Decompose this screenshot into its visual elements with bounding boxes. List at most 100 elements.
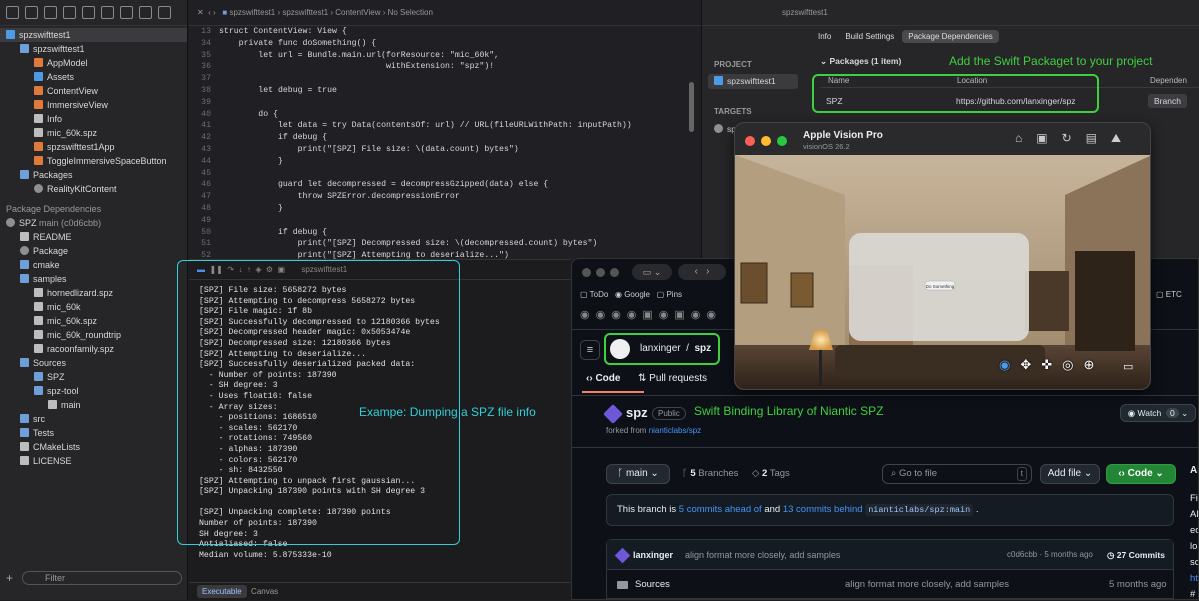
commit-author[interactable]: lanxinger [633, 540, 673, 570]
code-area[interactable]: 13 struct ContentView: View {34 private f… [189, 26, 701, 286]
project-item[interactable]: spzswifttest1 [708, 74, 798, 89]
report-icon[interactable] [158, 6, 171, 19]
sidebar-icon[interactable]: ▭ ⌄ [632, 264, 672, 280]
bookmark[interactable]: ▢ Pins [657, 290, 682, 299]
tree-item[interactable]: hornedlizard.spz [0, 286, 187, 300]
tab-code[interactable]: ‹› Code [586, 373, 620, 384]
device-icon[interactable]: ▤ [1086, 131, 1111, 145]
code-button[interactable]: ‹› Code ⌄ [1106, 464, 1176, 484]
warning-icon[interactable] [82, 6, 95, 19]
tree-item[interactable]: cmake [0, 258, 187, 272]
about-link[interactable]: ht [1190, 571, 1198, 587]
bookmark[interactable]: ▢ ToDo [580, 290, 608, 299]
tree-item[interactable]: spzswifttest1App [0, 140, 187, 154]
tree-item[interactable]: README [0, 230, 187, 244]
tree-item[interactable]: Tests [0, 426, 187, 440]
tags-link[interactable]: ◇ 2 Tags [752, 468, 790, 479]
tree-item[interactable]: Package [0, 244, 187, 258]
file-name[interactable]: Sources [635, 571, 670, 599]
tree-item-project[interactable]: spzswifttest1 [0, 28, 187, 42]
breadcrumb[interactable]: No Selection [388, 8, 433, 17]
tree-item[interactable]: racoonfamily.spz [0, 342, 187, 356]
minimize-dot[interactable] [761, 136, 771, 146]
add-file-button[interactable]: Add file ⌄ [1040, 464, 1100, 484]
file-commit-message[interactable]: align format more closely, add samples [845, 571, 1009, 599]
editor-scrollbar[interactable] [689, 82, 694, 132]
move-icon[interactable]: ✥ [1020, 357, 1041, 372]
tab-executable[interactable]: Executable [197, 585, 247, 598]
tree-item[interactable]: ContentView [0, 84, 187, 98]
tree-item[interactable]: AppModel [0, 56, 187, 70]
tab-package-dependencies[interactable]: Package Dependencies [902, 30, 999, 43]
tree-item[interactable]: Info [0, 112, 187, 126]
tree-item[interactable]: src [0, 412, 187, 426]
tree-item[interactable]: CMakeLists [0, 440, 187, 454]
pan-icon[interactable]: ✜ [1041, 357, 1062, 372]
tab-info[interactable]: Info [812, 30, 837, 43]
tree-item[interactable]: spz-tool [0, 384, 187, 398]
file-row[interactable]: Sources align format more closely, add s… [607, 571, 1173, 599]
tree-item[interactable]: mic_60k.spz [0, 314, 187, 328]
test-icon[interactable] [101, 6, 114, 19]
orbit-icon[interactable]: ◎ [1062, 357, 1083, 372]
screenshot-icon[interactable]: ▣ [1036, 131, 1061, 145]
tree-item-spz[interactable]: SPZ main (c0d6cbb) [0, 216, 187, 230]
zoom-icon[interactable]: ⊕ [1084, 357, 1105, 372]
tree-item[interactable]: SPZ [0, 370, 187, 384]
branch-select[interactable]: ᚴ main ⌄ [606, 464, 670, 484]
repo-title[interactable]: spz [626, 405, 648, 420]
minimize-dot[interactable] [596, 268, 605, 277]
tree-item[interactable]: main [0, 398, 187, 412]
environment-icon[interactable]: ⛰ [1111, 131, 1135, 145]
behind-link[interactable]: 13 commits behind [783, 504, 863, 515]
close-dot[interactable] [582, 268, 591, 277]
home-icon[interactable]: ⌂ [1015, 131, 1036, 145]
bookmark[interactable]: ▢ ETC [1156, 290, 1182, 299]
tree-item[interactable]: Assets [0, 70, 187, 84]
close-dot[interactable] [745, 136, 755, 146]
breadcrumb[interactable]: spzswifttest1 [282, 8, 328, 17]
tree-item[interactable]: spzswifttest1 [0, 42, 187, 56]
breadcrumb[interactable]: spzswifttest1 [229, 8, 275, 17]
tab-pull-requests[interactable]: ⇅ Pull requests [638, 373, 707, 384]
breakpoint-icon[interactable] [139, 6, 152, 19]
forked-link[interactable]: nianticlabs/spz [649, 426, 701, 435]
tab-build-settings[interactable]: Build Settings [839, 30, 900, 43]
watch-button[interactable]: ◉ Watch 0 ⌄ [1120, 404, 1196, 422]
nav-arrows[interactable]: ‹ › [678, 264, 726, 280]
interact-icon[interactable]: ◉ [999, 357, 1020, 372]
record-icon[interactable]: ▭ [1123, 360, 1133, 373]
menu-icon[interactable]: ≡ [580, 340, 600, 360]
commit-message[interactable]: align format more closely, add samples [685, 540, 840, 570]
commits-link[interactable]: ◷ 27 Commits [1107, 540, 1165, 570]
zoom-dot[interactable] [610, 268, 619, 277]
tree-item[interactable]: mic_60k.spz [0, 126, 187, 140]
go-to-file-input[interactable]: ⌕ Go to file t [882, 464, 1032, 484]
symbol-icon[interactable] [44, 6, 57, 19]
tree-item[interactable]: ImmersiveView [0, 98, 187, 112]
tree-item[interactable]: samples [0, 272, 187, 286]
debug-icon[interactable] [120, 6, 133, 19]
tree-item[interactable]: ToggleImmersiveSpaceButton [0, 154, 187, 168]
tree-item[interactable]: Packages [0, 168, 187, 182]
bookmark[interactable]: ◉ Google [615, 290, 650, 299]
filter-input[interactable]: Filter [22, 571, 182, 585]
branches-link[interactable]: ᚴ 5 Branches [682, 468, 738, 479]
source-control-icon[interactable] [25, 6, 38, 19]
tree-item[interactable]: LICENSE [0, 454, 187, 468]
tree-item[interactable]: mic_60k_roundtrip [0, 328, 187, 342]
search-icon[interactable] [63, 6, 76, 19]
ahead-link[interactable]: 5 commits ahead of [679, 504, 762, 515]
breadcrumb[interactable]: ContentView [335, 8, 380, 17]
add-icon[interactable]: + [6, 571, 13, 585]
rule-select[interactable]: Branch [1148, 94, 1187, 108]
rotate-icon[interactable]: ↻ [1062, 131, 1086, 145]
breadcrumb[interactable]: spzswifttest1 [782, 8, 828, 17]
tree-item[interactable]: mic_60k [0, 300, 187, 314]
zoom-dot[interactable] [777, 136, 787, 146]
tree-item[interactable]: RealityKitContent [0, 182, 187, 196]
folder-icon[interactable] [6, 6, 19, 19]
commit-hash[interactable]: c0d6cbb [1007, 550, 1037, 559]
tree-item[interactable]: Sources [0, 356, 187, 370]
close-icon[interactable]: ✕ [197, 8, 204, 17]
